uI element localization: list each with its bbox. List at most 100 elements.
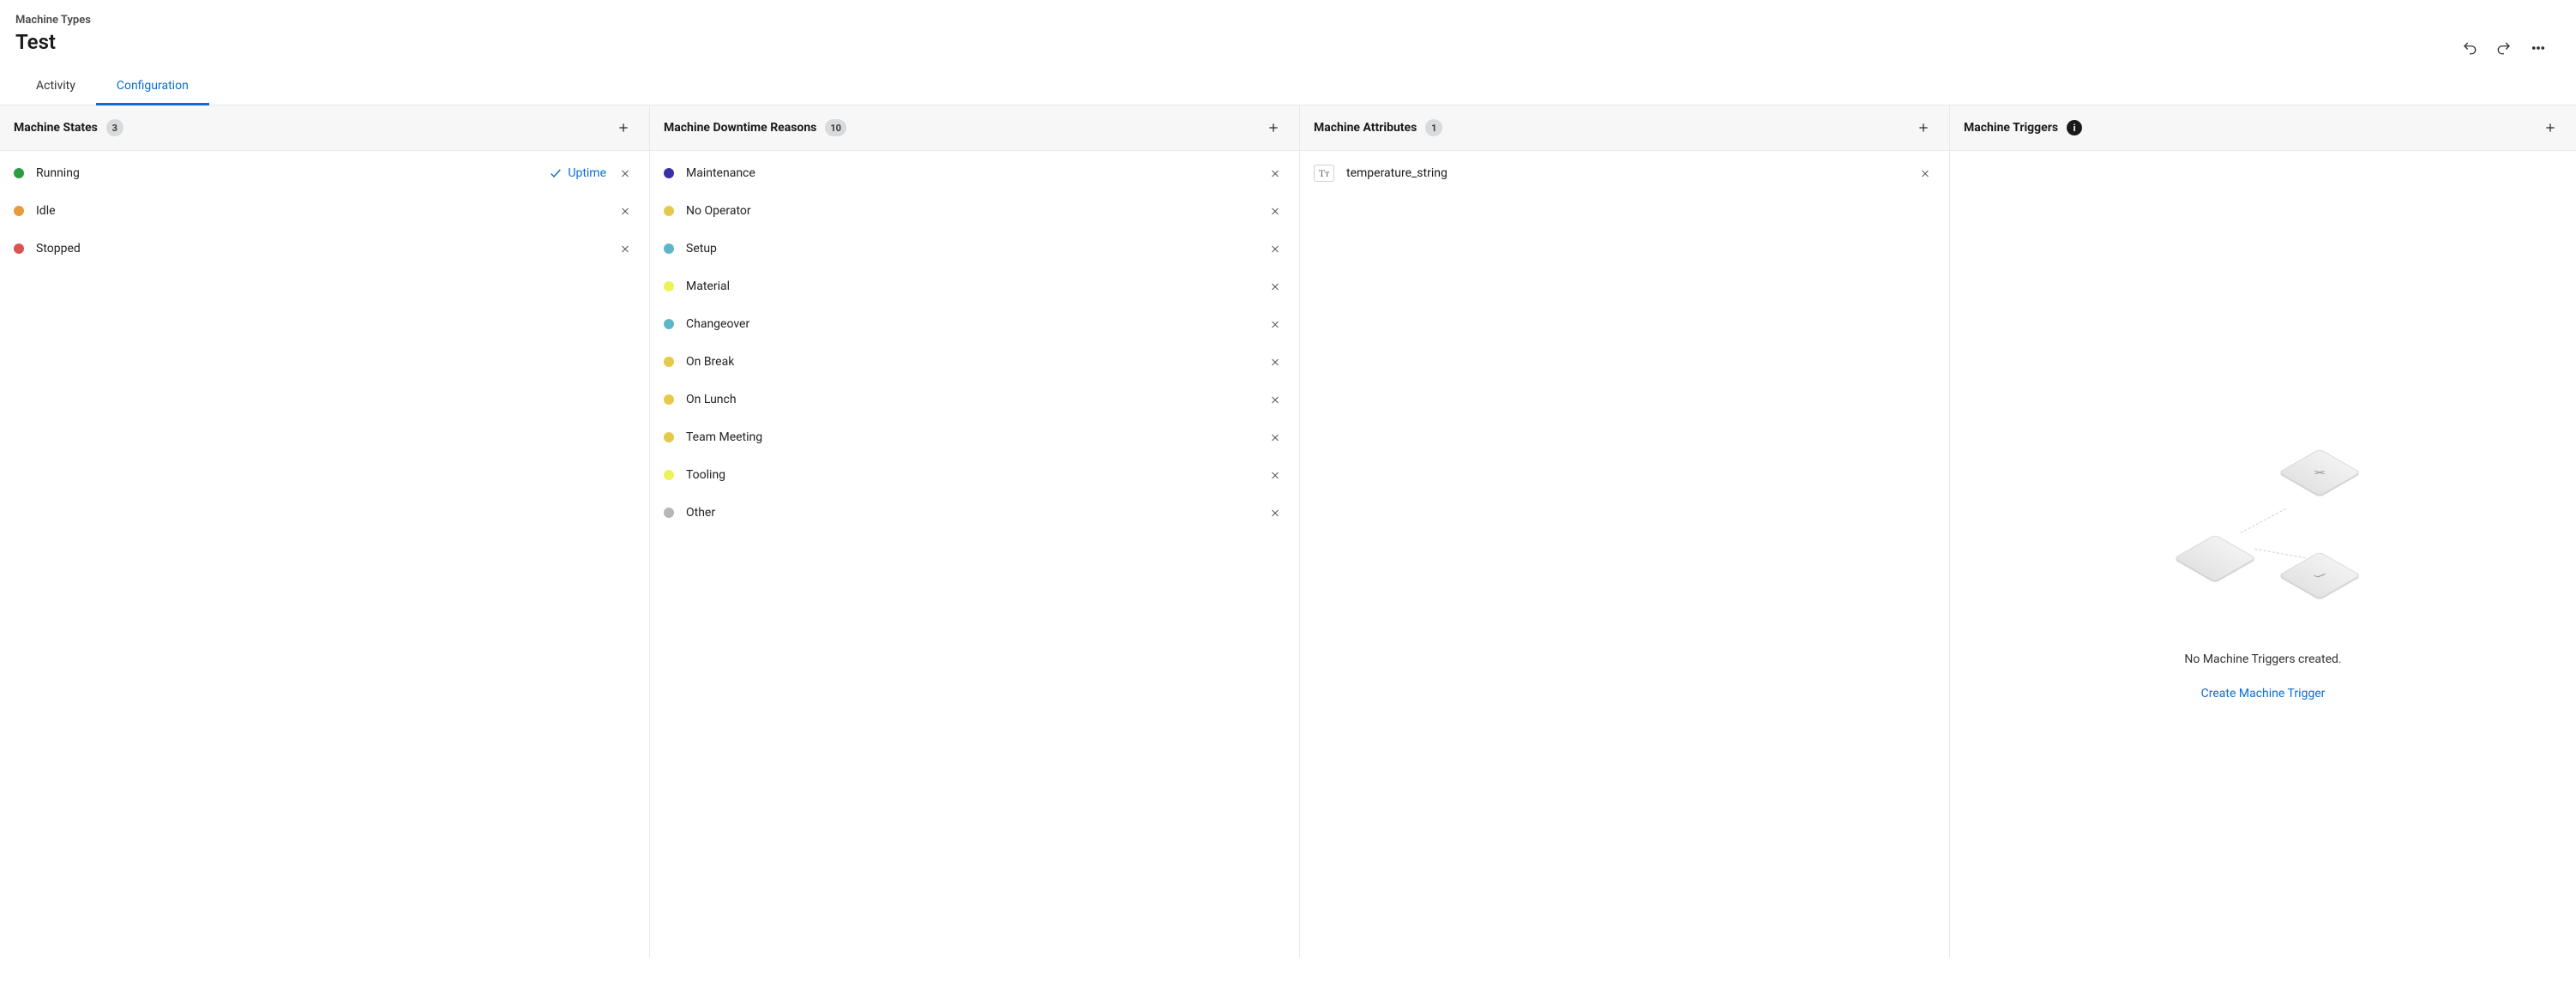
attribute-list: Tт temperature_string — [1300, 151, 1949, 958]
reason-label: Team Meeting — [686, 430, 1253, 444]
row-meta — [615, 201, 635, 221]
plus-icon — [2543, 121, 2557, 135]
reason-label: Tooling — [686, 468, 1253, 482]
row-meta — [615, 238, 635, 259]
reason-row[interactable]: Other — [650, 494, 1299, 532]
state-label: Idle — [36, 204, 603, 218]
status-dot — [664, 206, 674, 216]
header-left: Machine Types Test — [15, 14, 91, 54]
remove-reason-button[interactable] — [1265, 465, 1285, 485]
close-icon — [1920, 168, 1930, 179]
redo-icon — [2496, 40, 2512, 56]
panel-head-attrs: Machine Attributes 1 — [1300, 105, 1949, 151]
status-dot — [664, 470, 674, 480]
reason-row[interactable]: On Lunch — [650, 381, 1299, 418]
remove-reason-button[interactable] — [1265, 163, 1285, 183]
reason-row[interactable]: Maintenance — [650, 154, 1299, 192]
close-icon — [1270, 168, 1280, 179]
close-icon — [1270, 394, 1280, 406]
undo-button[interactable] — [2456, 34, 2483, 62]
close-icon — [1270, 508, 1280, 519]
status-dot — [664, 319, 674, 329]
status-dot — [664, 243, 674, 254]
redo-button[interactable] — [2490, 34, 2518, 62]
reason-row[interactable]: On Break — [650, 343, 1299, 381]
add-reason-button[interactable] — [1261, 116, 1285, 140]
remove-attribute-button[interactable] — [1915, 163, 1935, 183]
more-button[interactable] — [2525, 34, 2552, 62]
more-horizontal-icon — [2531, 40, 2546, 56]
panel-head-states: Machine States 3 — [0, 105, 649, 151]
page-header: Machine Types Test — [0, 0, 2576, 62]
add-trigger-button[interactable] — [2538, 116, 2562, 140]
reason-row[interactable]: No Operator — [650, 192, 1299, 230]
add-state-button[interactable] — [611, 116, 635, 140]
status-dot — [664, 168, 674, 178]
tab-configuration[interactable]: Configuration — [96, 70, 209, 105]
state-row[interactable]: Idle — [0, 192, 649, 230]
panel-title: Machine Triggers — [1964, 121, 2058, 135]
status-dot — [14, 243, 24, 254]
panel-title-wrap: Machine Attributes 1 — [1314, 119, 1442, 136]
reason-label: Changeover — [686, 317, 1253, 331]
remove-reason-button[interactable] — [1265, 352, 1285, 372]
breadcrumb[interactable]: Machine Types — [15, 14, 91, 27]
plus-icon — [1267, 121, 1280, 135]
triggers-empty-state: No Machine Triggers created. Create Mach… — [1950, 151, 2576, 958]
status-dot — [664, 508, 674, 518]
reason-row[interactable]: Tooling — [650, 456, 1299, 494]
reason-label: Maintenance — [686, 166, 1253, 180]
empty-illustration — [2152, 409, 2374, 632]
status-dot — [664, 394, 674, 405]
reason-row[interactable]: Changeover — [650, 305, 1299, 343]
row-meta: Uptime — [549, 163, 635, 183]
info-icon[interactable]: i — [2067, 120, 2082, 135]
close-icon — [1270, 432, 1280, 443]
state-label: Running — [36, 166, 537, 180]
remove-state-button[interactable] — [615, 238, 635, 259]
panel-downtime-reasons: Machine Downtime Reasons 10 Maintenance … — [650, 105, 1300, 958]
reason-label: On Lunch — [686, 393, 1253, 406]
state-row[interactable]: Stopped — [0, 230, 649, 268]
panel-title-wrap: Machine States 3 — [14, 119, 123, 136]
create-trigger-link[interactable]: Create Machine Trigger — [2201, 687, 2326, 700]
remove-state-button[interactable] — [615, 201, 635, 221]
state-list: Running Uptime Idle Stopped — [0, 151, 649, 958]
panel-title: Machine Downtime Reasons — [664, 121, 816, 135]
check-icon — [549, 166, 563, 180]
remove-reason-button[interactable] — [1265, 389, 1285, 410]
state-row[interactable]: Running Uptime — [0, 154, 649, 192]
tab-activity[interactable]: Activity — [15, 70, 96, 105]
remove-reason-button[interactable] — [1265, 276, 1285, 297]
panel-title-wrap: Machine Downtime Reasons 10 — [664, 119, 846, 136]
panel-machine-states: Machine States 3 Running Uptime Idle — [0, 105, 650, 958]
remove-reason-button[interactable] — [1265, 427, 1285, 448]
add-attribute-button[interactable] — [1911, 116, 1935, 140]
remove-reason-button[interactable] — [1265, 201, 1285, 221]
close-icon — [1270, 281, 1280, 292]
illus-flow-line — [2254, 548, 2305, 557]
reason-label: Other — [686, 506, 1253, 520]
reason-row[interactable]: Setup — [650, 230, 1299, 268]
text-type-icon: Tт — [1314, 165, 1334, 182]
row-meta — [1265, 314, 1285, 334]
row-meta — [1265, 163, 1285, 183]
reason-label: On Break — [686, 355, 1253, 369]
tabs: Activity Configuration — [0, 62, 2576, 105]
row-meta — [1265, 352, 1285, 372]
panels: Machine States 3 Running Uptime Idle — [0, 105, 2576, 958]
remove-reason-button[interactable] — [1265, 238, 1285, 259]
reason-row[interactable]: Team Meeting — [650, 418, 1299, 456]
close-icon — [620, 243, 630, 255]
attribute-row[interactable]: Tт temperature_string — [1300, 154, 1949, 192]
remove-state-button[interactable] — [615, 163, 635, 183]
close-icon — [1270, 470, 1280, 481]
row-meta — [1265, 238, 1285, 259]
illus-tile-x — [2278, 448, 2361, 496]
panel-title: Machine Attributes — [1314, 121, 1417, 135]
reason-row[interactable]: Material — [650, 268, 1299, 305]
remove-reason-button[interactable] — [1265, 314, 1285, 334]
reason-label: Setup — [686, 242, 1253, 256]
remove-reason-button[interactable] — [1265, 502, 1285, 523]
reason-label: Material — [686, 280, 1253, 293]
